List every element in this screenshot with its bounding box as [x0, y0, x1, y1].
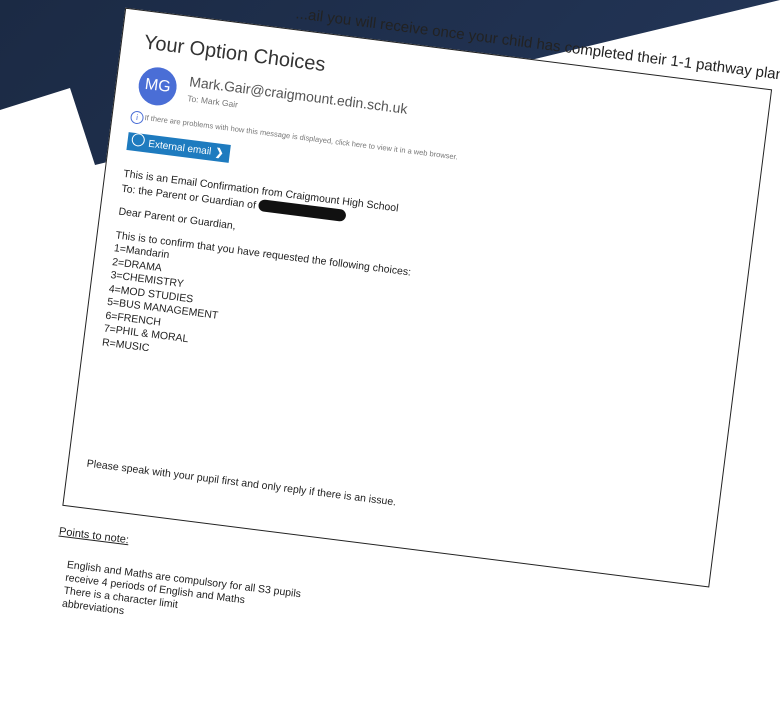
email-subject: Your Option Choices	[142, 31, 327, 77]
external-email-badge: External email ❯	[126, 132, 231, 163]
info-icon: i	[129, 110, 145, 125]
screenshot-page: ...ail you will receive once your child …	[47, 0, 780, 718]
points-body: English and Maths are compulsory for all…	[61, 559, 301, 640]
recipient-line: To: Mark Gair	[186, 93, 239, 110]
email-body: This is an Email Confirmation from Craig…	[101, 168, 719, 425]
sender-address[interactable]: Mark.Gair@craigmount.edin.sch.uk	[189, 73, 409, 116]
avatar: MG	[136, 65, 179, 108]
chevron-right-icon: ❯	[214, 147, 225, 160]
points-title: Points to note:	[58, 525, 130, 547]
globe-icon	[131, 132, 146, 148]
external-email-label: External email	[147, 138, 212, 158]
closing-line: Please speak with your pupil first and o…	[86, 457, 397, 509]
email-message: Your Option Choices MG Mark.Gair@craigmo…	[62, 7, 773, 588]
